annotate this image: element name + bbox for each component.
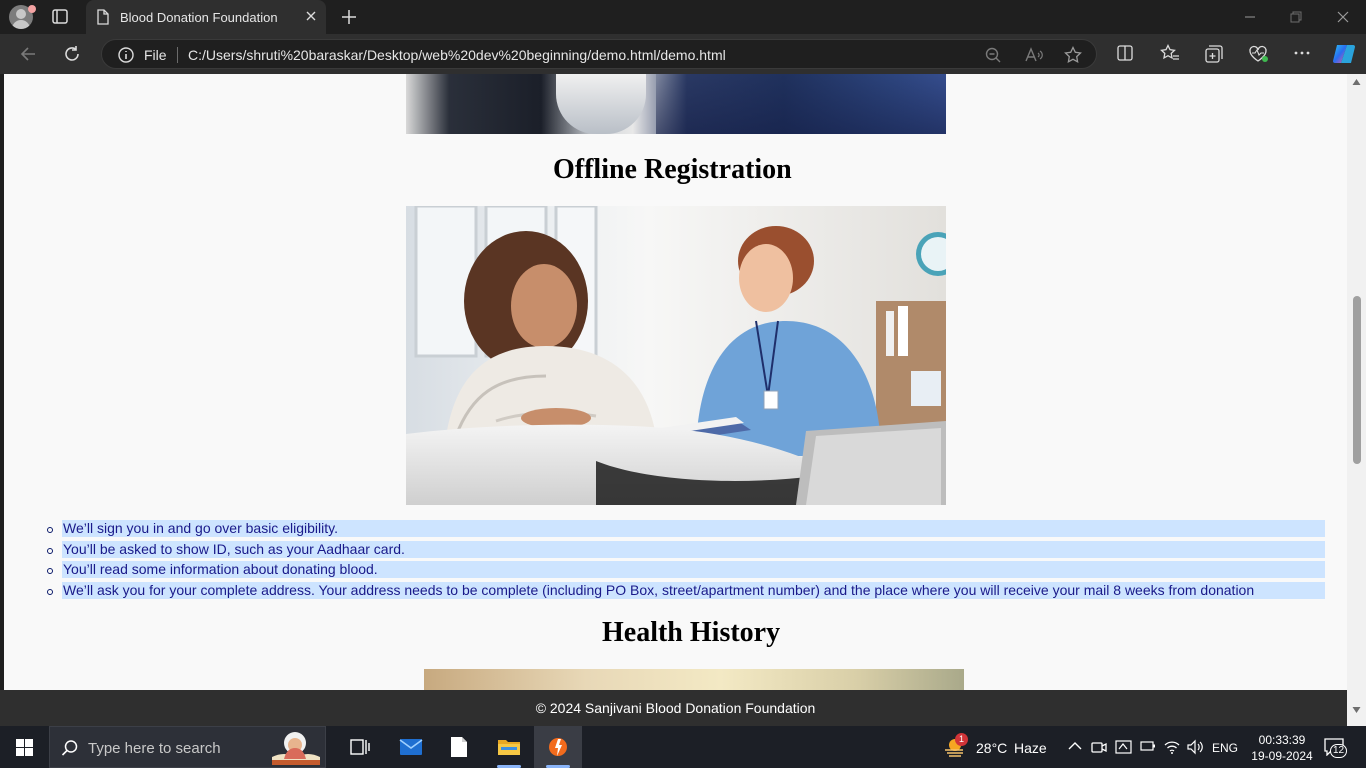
page-footer: © 2024 Sanjivani Blood Donation Foundati…	[0, 690, 1347, 726]
health-history-heading: Health History	[602, 617, 781, 648]
app-icon	[549, 738, 567, 756]
task-view-icon[interactable]	[350, 738, 370, 756]
step-text: We’ll sign you in and go over basic elig…	[62, 520, 1325, 537]
offline-registration-heading: Offline Registration	[553, 154, 792, 185]
page-scrollbar[interactable]	[1347, 74, 1366, 726]
notification-center[interactable]: 12	[1324, 738, 1348, 761]
registration-steps-list: We’ll sign you in and go over basic elig…	[4, 520, 1347, 602]
taskbar-file[interactable]	[435, 726, 483, 768]
scroll-up-icon[interactable]	[1352, 78, 1361, 86]
temperature[interactable]: 28°C	[976, 740, 1007, 756]
clock-time: 00:33:39	[1258, 733, 1306, 747]
step-text: You’ll read some information about donat…	[62, 561, 1325, 578]
wifi-icon[interactable]	[1163, 739, 1181, 755]
address-url[interactable]: C:/Users/shruti%20baraskar/Desktop/web%2…	[188, 47, 726, 63]
taskbar-file-explorer[interactable]	[485, 726, 533, 768]
minimize-icon[interactable]	[1243, 10, 1257, 24]
search-placeholder: Type here to search	[88, 740, 221, 757]
list-item: We’ll sign you in and go over basic elig…	[4, 520, 1347, 541]
mail-icon	[399, 739, 423, 755]
page-viewport[interactable]: Offline Registration We’ll sign you in a…	[4, 74, 1347, 690]
browser-essentials-icon[interactable]	[1248, 44, 1270, 64]
search-icon	[61, 740, 78, 756]
address-separator	[177, 47, 178, 63]
language-indicator[interactable]: ENG	[1212, 741, 1238, 755]
browser-toolbar: File C:/Users/shruti%20baraskar/Desktop/…	[0, 34, 1366, 74]
bullet-icon	[47, 527, 53, 533]
taskbar-clock[interactable]: 00:33:39 19-09-2024	[1247, 732, 1317, 764]
address-scheme-label: File	[144, 47, 167, 63]
bullet-icon	[47, 568, 53, 574]
bullet-icon	[47, 547, 53, 554]
volume-icon[interactable]	[1186, 739, 1204, 755]
address-bar[interactable]: File C:/Users/shruti%20baraskar/Desktop/…	[101, 39, 1097, 69]
weather-widget[interactable]: 1	[943, 733, 968, 759]
new-tab-icon[interactable]	[340, 8, 358, 26]
registration-photo	[406, 206, 946, 505]
favorite-star-icon[interactable]	[1064, 46, 1082, 64]
split-screen-icon[interactable]	[1116, 44, 1134, 62]
input-indicator-icon[interactable]	[1115, 739, 1133, 755]
search-highlight-icon	[272, 732, 320, 765]
bullet-icon	[47, 588, 53, 595]
copilot-icon[interactable]	[1331, 41, 1357, 67]
windows-start-icon[interactable]	[16, 739, 33, 756]
step-text: You’ll be asked to show ID, such as your…	[62, 540, 1325, 558]
scroll-down-icon[interactable]	[1352, 706, 1361, 714]
health-history-photo	[424, 669, 964, 690]
browser-tab[interactable]: Blood Donation Foundation	[86, 0, 326, 34]
weather-condition[interactable]: Haze	[1014, 740, 1047, 756]
clock-date: 19-09-2024	[1251, 749, 1313, 763]
list-item: We’ll ask you for your complete address.…	[4, 581, 1347, 603]
step-text: We’ll ask you for your complete address.…	[62, 581, 1325, 599]
footer-copyright: © 2024 Sanjivani Blood Donation Foundati…	[535, 700, 816, 716]
battery-icon[interactable]	[1140, 740, 1156, 752]
meet-now-icon[interactable]	[1091, 739, 1107, 755]
favorites-icon[interactable]	[1160, 44, 1180, 62]
read-aloud-icon[interactable]	[1024, 46, 1044, 64]
close-window-icon[interactable]	[1336, 10, 1350, 24]
show-hidden-icons-icon[interactable]	[1068, 741, 1082, 751]
list-item: You’ll read some information about donat…	[4, 561, 1347, 582]
refresh-icon[interactable]	[62, 44, 82, 64]
weather-alert-badge: 1	[955, 733, 968, 746]
tab-actions-icon[interactable]	[50, 8, 70, 26]
document-icon	[97, 9, 109, 25]
list-item: You’ll be asked to show ID, such as your…	[4, 540, 1347, 562]
restore-icon[interactable]	[1289, 10, 1303, 24]
collections-icon[interactable]	[1204, 44, 1224, 64]
profile-status-dot	[28, 5, 36, 13]
taskbar-search-box[interactable]: Type here to search	[49, 726, 326, 768]
close-tab-icon[interactable]	[304, 9, 318, 23]
taskbar-app-active[interactable]	[534, 726, 582, 768]
scrollbar-thumb[interactable]	[1353, 296, 1361, 464]
site-info-icon[interactable]	[117, 46, 135, 64]
notification-count: 12	[1330, 744, 1348, 758]
donation-photo-top	[406, 74, 946, 134]
file-icon	[451, 737, 467, 757]
browser-titlebar: Blood Donation Foundation	[0, 0, 1366, 34]
more-options-icon[interactable]	[1293, 44, 1311, 62]
back-icon[interactable]	[19, 44, 39, 64]
zoom-out-icon[interactable]	[984, 46, 1002, 64]
taskbar-mail[interactable]	[387, 726, 435, 768]
tab-title: Blood Donation Foundation	[120, 10, 278, 25]
folder-icon	[498, 740, 520, 755]
windows-taskbar: Type here to search 1 28°C Haze ENG 00:3…	[0, 726, 1366, 768]
